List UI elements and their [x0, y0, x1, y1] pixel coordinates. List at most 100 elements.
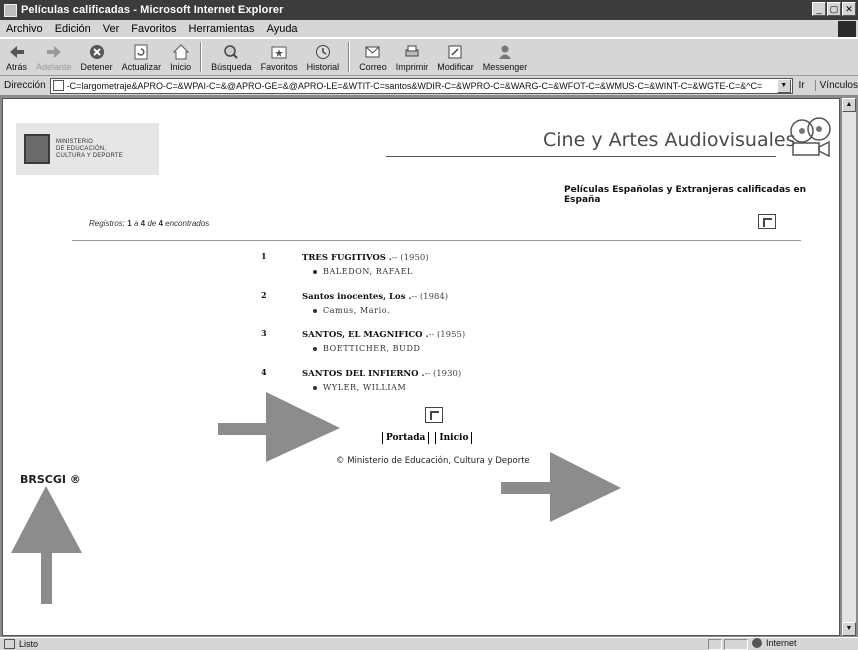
go-button[interactable]: Ir [799, 80, 805, 91]
records-suffix: encontrados [165, 219, 210, 228]
search-icon [224, 45, 239, 59]
menu-ver[interactable]: Ver [103, 23, 120, 35]
toolbar-separator [200, 42, 203, 72]
mail-button[interactable]: Correo [359, 44, 387, 72]
favorites-label: Favoritos [260, 62, 298, 72]
favorites-icon [271, 46, 287, 59]
favorites-button[interactable]: Favoritos [261, 44, 298, 72]
address-url: -C=largometraje&APRO-C=&WPAI-C=&@APRO-GE… [66, 80, 763, 91]
director-name: WYLER, WILLIAM [323, 383, 407, 392]
refresh-icon [134, 44, 148, 60]
film-year: -- (1950) [391, 253, 429, 263]
page-subtitle: Películas Españolas y Extranjeras califi… [564, 185, 807, 205]
globe-icon [752, 638, 762, 648]
messenger-icon [498, 45, 511, 59]
footer-links: Portada Inicio [382, 432, 473, 444]
back-to-top-icon[interactable] [425, 407, 443, 423]
bullet-icon [313, 309, 317, 313]
back-arrow-icon [9, 46, 24, 58]
film-director: Camus, Mario. [313, 306, 390, 315]
history-button[interactable]: Historial [307, 44, 339, 72]
messenger-label: Messenger [482, 62, 528, 72]
film-director: BALEDON, RAFAEL [313, 267, 413, 276]
refresh-button[interactable]: Actualizar [122, 44, 161, 72]
security-zone: Internet [752, 638, 797, 648]
film-title: SANTOS, EL MAGNIFICO . [302, 330, 429, 340]
bullet-icon [313, 386, 317, 390]
stop-label: Detener [80, 62, 113, 72]
film-title-link[interactable]: SANTOS, EL MAGNIFICO .-- (1955) [302, 330, 465, 340]
search-button[interactable]: Búsqueda [211, 44, 252, 72]
menu-favoritos[interactable]: Favoritos [131, 23, 176, 35]
director-name: BALEDON, RAFAEL [323, 267, 413, 276]
home-button[interactable]: Inicio [170, 44, 191, 72]
records-count: Registros: 1 a 4 de 4 encontrados [89, 219, 209, 228]
director-name: Camus, Mario. [323, 306, 391, 315]
film-number: 4 [261, 367, 267, 377]
back-label: Atrás [6, 62, 28, 72]
ministry-logo[interactable]: MINISTERIO DE EDUCACIÓN, CULTURA Y DEPOR… [16, 123, 159, 175]
messenger-button[interactable]: Messenger [482, 44, 528, 72]
print-icon [405, 45, 419, 57]
film-number: 2 [261, 290, 267, 300]
edit-button[interactable]: Modificar [437, 44, 474, 72]
menu-ayuda[interactable]: Ayuda [267, 23, 298, 35]
scroll-up-icon[interactable]: ▲ [842, 98, 856, 112]
forward-arrow-icon [46, 46, 61, 58]
film-title-link[interactable]: TRES FUGITIVOS .-- (1950) [302, 253, 429, 263]
copyright: © Ministerio de Educación, Cultura y Dep… [336, 456, 530, 466]
toolbar: Atrás Adelante Detener Actualizar Inicio… [0, 38, 858, 76]
mail-label: Correo [359, 62, 387, 72]
address-dropdown-icon[interactable]: ▼ [776, 78, 791, 93]
minimize-button[interactable]: _ [812, 2, 826, 16]
vertical-scrollbar[interactable]: ▲ ▼ [842, 98, 856, 636]
edit-label: Modificar [437, 62, 474, 72]
records-total: 4 [158, 219, 163, 228]
home-label: Inicio [170, 62, 192, 72]
film-title-link[interactable]: Santos inocentes, Los .-- (1984) [302, 292, 448, 302]
windows-logo-icon [838, 21, 856, 37]
film-title-link[interactable]: SANTOS DEL INFIERNO .-- (1930) [302, 369, 461, 379]
menu-herramientas[interactable]: Herramientas [189, 23, 255, 35]
status-bar: Listo Internet [0, 637, 858, 650]
stop-icon [89, 45, 104, 59]
site-title: Cine y Artes Audiovisuales [543, 129, 796, 151]
close-button[interactable]: ✕ [842, 2, 856, 16]
menu-edicion[interactable]: Edición [55, 23, 91, 35]
menu-archivo[interactable]: Archivo [6, 23, 43, 35]
forward-label: Adelante [36, 62, 72, 72]
status-panel [724, 639, 748, 650]
title-underline [386, 156, 776, 157]
records-sep: a [133, 219, 139, 228]
ie-icon [4, 3, 17, 17]
search-label: Búsqueda [211, 62, 252, 72]
zone-text: Internet [766, 638, 797, 648]
film-title: Santos inocentes, Los . [302, 292, 412, 302]
brscgi-label: BRSCGI ® [20, 473, 81, 486]
ministry-line: MINISTERIO [56, 138, 94, 145]
film-director: BOETTICHER, BUDD [313, 344, 421, 353]
stop-button[interactable]: Detener [81, 44, 113, 72]
forward-button[interactable]: Adelante [36, 44, 72, 72]
portada-link[interactable]: Portada [382, 432, 430, 444]
window-controls: _ ▢ ✕ [812, 2, 856, 16]
window-title: Películas calificadas - Microsoft Intern… [21, 4, 284, 16]
records-from: 1 [127, 219, 132, 228]
film-title: SANTOS DEL INFIERNO . [302, 369, 425, 379]
address-input[interactable]: -C=largometraje&APRO-C=&WPAI-C=&@APRO-GE… [49, 77, 793, 94]
bullet-icon [313, 347, 317, 351]
film-number: 1 [261, 251, 267, 261]
print-button[interactable]: Imprimir [396, 44, 428, 72]
back-button[interactable]: Atrás [6, 44, 27, 72]
page-status-icon [4, 639, 15, 649]
links-button[interactable]: Vínculos [814, 80, 858, 91]
inicio-link[interactable]: Inicio [435, 432, 473, 444]
maximize-button[interactable]: ▢ [827, 2, 841, 16]
film-year: -- (1955) [428, 330, 466, 340]
back-to-top-icon[interactable] [758, 214, 776, 229]
scroll-down-icon[interactable]: ▼ [842, 622, 856, 636]
director-name: BOETTICHER, BUDD [323, 344, 421, 353]
film-reel-icon [790, 117, 831, 158]
records-prefix: Registros: [89, 219, 126, 228]
history-icon [315, 45, 330, 59]
